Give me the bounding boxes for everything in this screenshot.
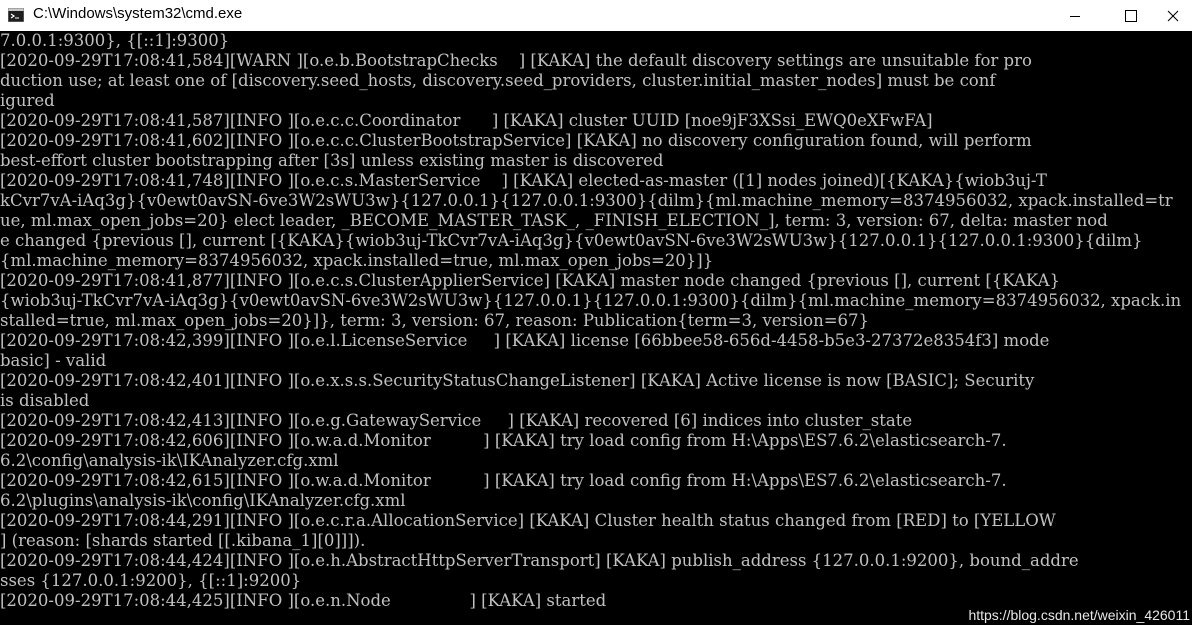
console-line: {wiob3uj-TkCvr7vA-iAq3g}{v0ewt0avSN-6ve3… bbox=[0, 291, 1182, 310]
console-line: basic] - valid bbox=[0, 351, 107, 370]
console-line: duction use; at least one of [discovery.… bbox=[0, 71, 996, 90]
console-line: [2020-09-29T17:08:42,606][INFO ][o.w.a.d… bbox=[0, 431, 1007, 450]
console-line: 7.0.0.1:9300}, {[::1]:9300} bbox=[0, 31, 230, 50]
console-line: best-effort cluster bootstrapping after … bbox=[0, 151, 664, 170]
console-line: 6.2\plugins\analysis-ik\config\IKAnalyze… bbox=[0, 491, 406, 510]
console-line: {ml.machine_memory=8374956032, xpack.ins… bbox=[0, 251, 714, 270]
console-line: [2020-09-29T17:08:41,877][INFO ][o.e.c.s… bbox=[0, 271, 1060, 290]
console-line: stalled=true, ml.max_open_jobs=20}]}, te… bbox=[0, 311, 870, 330]
console-line: [2020-09-29T17:08:41,587][INFO ][o.e.c.c… bbox=[0, 111, 933, 130]
console-line: sses {127.0.0.1:9200}, {[::1]:9200} bbox=[0, 571, 302, 590]
console-line: [2020-09-29T17:08:42,399][INFO ][o.e.l.L… bbox=[0, 331, 1050, 350]
console-line: [2020-09-29T17:08:41,748][INFO ][o.e.c.s… bbox=[0, 171, 1047, 190]
close-icon bbox=[1167, 10, 1179, 21]
maximize-icon bbox=[1125, 9, 1137, 22]
console-line: kCvr7vA-iAq3g}{v0ewt0avSN-6ve3W2sWU3w}{1… bbox=[0, 191, 1173, 210]
cmd-window: C:\Windows\system32\cmd.exe 7.0.0.1:9300… bbox=[0, 0, 1192, 625]
window-title: C:\Windows\system32\cmd.exe bbox=[33, 5, 243, 22]
console-output[interactable]: 7.0.0.1:9300}, {[::1]:9300} [2020-09-29T1… bbox=[0, 31, 1192, 625]
console-line: ue, ml.max_open_jobs=20} elect leader, _… bbox=[0, 211, 1108, 230]
maximize-button[interactable] bbox=[1108, 0, 1154, 31]
close-button[interactable] bbox=[1154, 0, 1192, 31]
console-line: 6.2\config\analysis-ik\IKAnalyzer.cfg.xm… bbox=[0, 451, 339, 470]
console-line: igured bbox=[0, 91, 55, 110]
console-line: ] (reason: [shards started [[.kibana_1][… bbox=[0, 531, 366, 550]
console-line: [2020-09-29T17:08:42,401][INFO ][o.e.x.s… bbox=[0, 371, 1035, 390]
console-line: [2020-09-29T17:08:42,413][INFO ][o.e.g.G… bbox=[0, 411, 913, 430]
title-bar[interactable]: C:\Windows\system32\cmd.exe bbox=[0, 0, 1192, 31]
console-line: [2020-09-29T17:08:44,424][INFO ][o.e.h.A… bbox=[0, 551, 1079, 570]
console-line: [2020-09-29T17:08:41,584][WARN ][o.e.b.B… bbox=[0, 51, 1032, 70]
minimize-icon bbox=[1070, 15, 1080, 17]
console-line: [2020-09-29T17:08:42,615][INFO ][o.w.a.d… bbox=[0, 471, 1007, 490]
console-line: [2020-09-29T17:08:44,291][INFO ][o.e.c.r… bbox=[0, 511, 1056, 530]
console-line: e changed {previous [], current [{KAKA}{… bbox=[0, 231, 1143, 250]
watermark-text: https://blog.csdn.net/weixin_426011 bbox=[968, 607, 1190, 623]
minimize-button[interactable] bbox=[1052, 0, 1098, 31]
console-line: is disabled bbox=[0, 391, 90, 410]
console-line: [2020-09-29T17:08:41,602][INFO ][o.e.c.c… bbox=[0, 131, 1032, 150]
cmd-icon bbox=[8, 8, 24, 22]
